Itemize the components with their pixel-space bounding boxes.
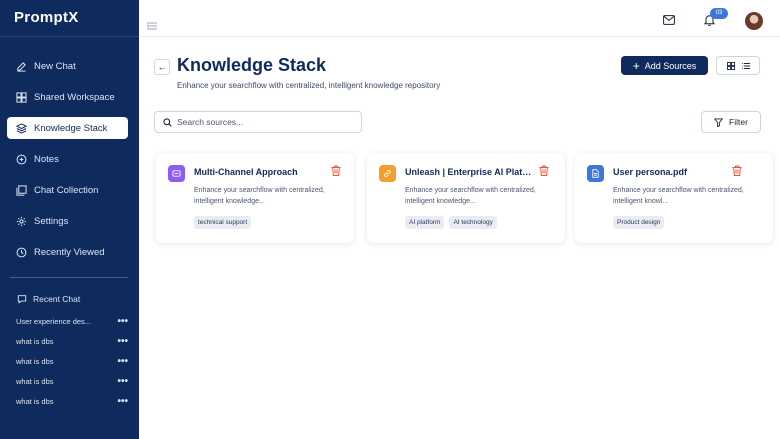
delete-icon[interactable] bbox=[331, 165, 341, 176]
recent-chat-item[interactable]: what is dbs ••• bbox=[16, 396, 128, 407]
source-card[interactable]: Multi-Channel Approach Enhance your sear… bbox=[156, 153, 354, 243]
tag-list: technical support bbox=[194, 216, 252, 229]
recent-chat-item[interactable]: what is dbs ••• bbox=[16, 376, 128, 387]
add-sources-button[interactable]: + Add Sources bbox=[621, 56, 708, 75]
delete-icon[interactable] bbox=[732, 165, 742, 176]
delete-icon[interactable] bbox=[539, 165, 549, 176]
card-description: Enhance your searchflow with centralized… bbox=[194, 187, 325, 205]
gear-icon bbox=[16, 216, 27, 227]
plus-icon: + bbox=[632, 58, 640, 73]
channel-icon bbox=[168, 165, 185, 182]
recent-chat-item[interactable]: what is dbs ••• bbox=[16, 336, 128, 347]
recent-chat-heading: Recent Chat bbox=[17, 294, 80, 304]
card-title: Unleash | Enterprise AI Platform bbox=[405, 167, 533, 177]
recent-chat-item[interactable]: User experience des... ••• bbox=[16, 316, 128, 327]
sidebar-item-settings[interactable]: Settings bbox=[7, 210, 128, 232]
more-options-icon[interactable]: ••• bbox=[117, 376, 128, 387]
app-logo[interactable]: PromptX bbox=[14, 9, 79, 26]
topbar-divider bbox=[139, 36, 780, 37]
tag: AI platform bbox=[405, 216, 445, 229]
source-card[interactable]: User persona.pdf Enhance your searchflow… bbox=[575, 153, 773, 243]
more-options-icon[interactable]: ••• bbox=[117, 356, 128, 367]
sidebar-item-notes[interactable]: Notes bbox=[7, 148, 128, 170]
sidebar-item-chat-collection[interactable]: Chat Collection bbox=[7, 179, 128, 201]
sidebar: PromptX New Chat Shared Workspace Knowle… bbox=[0, 0, 139, 439]
tag-list: AI platform AI technology bbox=[405, 216, 497, 229]
workspace-icon bbox=[16, 91, 27, 103]
source-card[interactable]: Unleash | Enterprise AI Platform Enhance… bbox=[367, 153, 565, 243]
sidebar-item-knowledge-stack[interactable]: Knowledge Stack bbox=[7, 117, 128, 139]
notification-badge: 03 bbox=[710, 8, 728, 19]
tag: AI technology bbox=[449, 216, 497, 229]
sidebar-item-shared-workspace[interactable]: Shared Workspace bbox=[7, 86, 128, 108]
filter-icon bbox=[714, 117, 724, 127]
back-button[interactable]: ← bbox=[154, 59, 170, 75]
document-icon bbox=[587, 165, 604, 182]
avatar[interactable] bbox=[745, 12, 763, 30]
card-title: User persona.pdf bbox=[613, 167, 688, 177]
more-options-icon[interactable]: ••• bbox=[117, 336, 128, 347]
page-subtitle: Enhance your searchflow with centralized… bbox=[177, 81, 441, 90]
sidebar-divider bbox=[10, 277, 128, 278]
search-icon bbox=[163, 117, 172, 127]
card-title: Multi-Channel Approach bbox=[194, 167, 298, 177]
notes-icon bbox=[16, 154, 27, 165]
link-icon bbox=[379, 165, 396, 182]
tag: technical support bbox=[194, 216, 252, 229]
search-input[interactable] bbox=[177, 117, 347, 127]
edit-icon bbox=[16, 61, 27, 72]
search-field bbox=[154, 111, 362, 133]
sidebar-item-recently-viewed[interactable]: Recently Viewed bbox=[7, 241, 128, 263]
card-description: Enhance your searchflow with centralized… bbox=[405, 187, 536, 205]
tag-list: Product design bbox=[613, 216, 665, 229]
filter-button[interactable]: Filter bbox=[701, 111, 761, 133]
collection-icon bbox=[16, 184, 27, 196]
card-description: Enhance your searchflow with centralized… bbox=[613, 187, 744, 205]
mail-icon[interactable] bbox=[663, 15, 675, 25]
clock-icon bbox=[16, 247, 27, 258]
list-view-icon[interactable] bbox=[741, 62, 750, 70]
layers-icon bbox=[16, 122, 27, 134]
sidebar-item-new-chat[interactable]: New Chat bbox=[7, 55, 128, 77]
view-toggle bbox=[716, 56, 760, 75]
more-options-icon[interactable]: ••• bbox=[117, 396, 128, 407]
recent-chat-item[interactable]: what is dbs ••• bbox=[16, 356, 128, 367]
tag: Product design bbox=[613, 216, 665, 229]
sidebar-collapse-icon[interactable] bbox=[147, 22, 157, 30]
chat-bubble-icon bbox=[17, 295, 27, 304]
page-title: Knowledge Stack bbox=[177, 55, 327, 75]
grid-view-icon[interactable] bbox=[726, 61, 735, 70]
more-options-icon[interactable]: ••• bbox=[117, 316, 128, 327]
sidebar-header-divider bbox=[0, 36, 139, 37]
